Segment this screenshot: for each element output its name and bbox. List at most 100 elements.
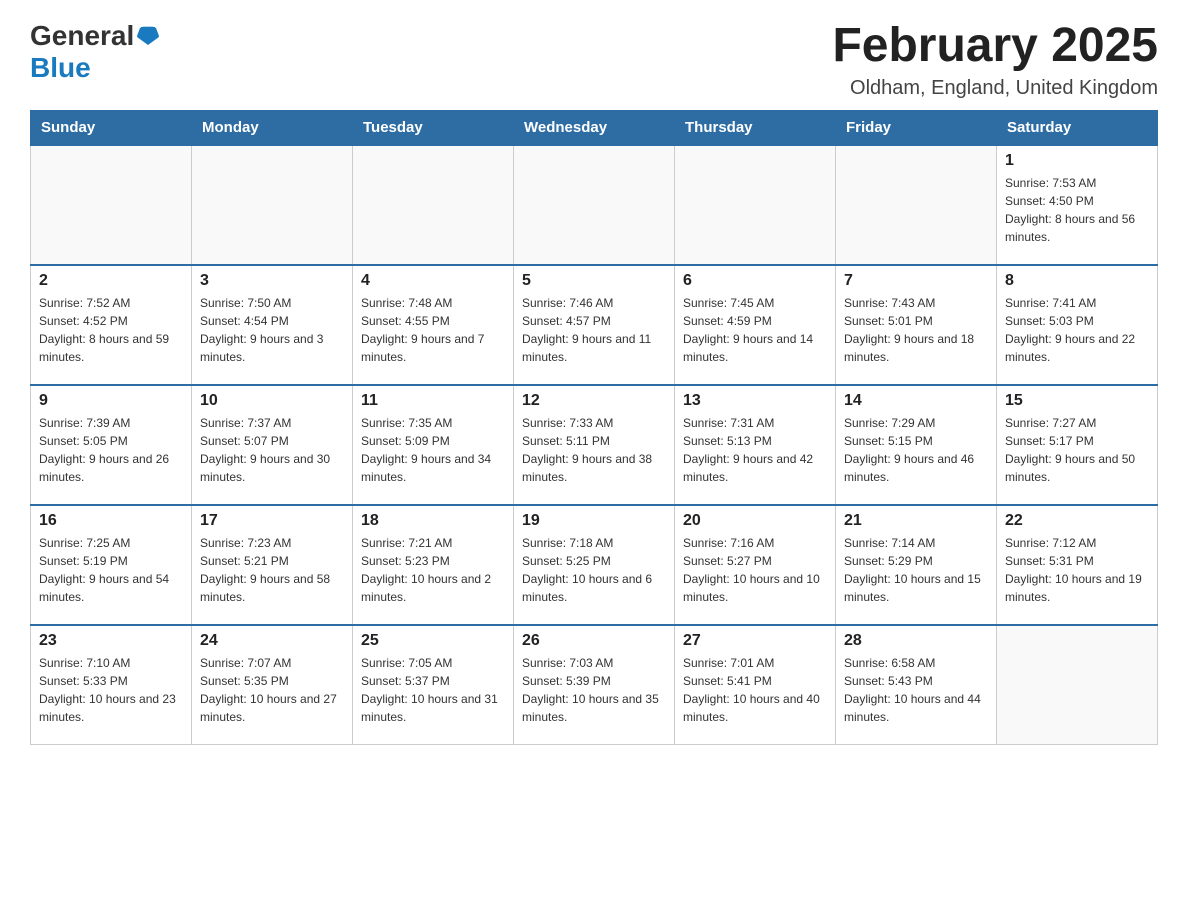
day-number: 20: [683, 512, 827, 530]
day-number: 26: [522, 632, 666, 650]
day-info: Sunrise: 7:23 AM Sunset: 5:21 PM Dayligh…: [200, 534, 344, 606]
day-number: 2: [39, 272, 183, 290]
day-info: Sunrise: 7:21 AM Sunset: 5:23 PM Dayligh…: [361, 534, 505, 606]
day-info: Sunrise: 7:05 AM Sunset: 5:37 PM Dayligh…: [361, 654, 505, 726]
calendar-week-row: 16 Sunrise: 7:25 AM Sunset: 5:19 PM Dayli…: [31, 505, 1158, 625]
day-number: 4: [361, 272, 505, 290]
day-number: 7: [844, 272, 988, 290]
day-info: Sunrise: 7:18 AM Sunset: 5:25 PM Dayligh…: [522, 534, 666, 606]
table-row: 6 Sunrise: 7:45 AM Sunset: 4:59 PM Daylig…: [675, 265, 836, 385]
day-info: Sunrise: 7:46 AM Sunset: 4:57 PM Dayligh…: [522, 294, 666, 366]
table-row: 20 Sunrise: 7:16 AM Sunset: 5:27 PM Dayli…: [675, 505, 836, 625]
table-row: [514, 145, 675, 265]
table-row: 7Sunrise: 7:43 AM Sunset: 5:01 PM Daylig…: [836, 265, 997, 385]
table-row: [353, 145, 514, 265]
title-block: February 2025 Oldham, England, United Ki…: [832, 20, 1158, 100]
page-subtitle: Oldham, England, United Kingdom: [832, 77, 1158, 100]
day-info: Sunrise: 7:50 AM Sunset: 4:54 PM Dayligh…: [200, 294, 344, 366]
day-info: Sunrise: 7:03 AM Sunset: 5:39 PM Dayligh…: [522, 654, 666, 726]
table-row: 9 Sunrise: 7:39 AM Sunset: 5:05 PM Daylig…: [31, 385, 192, 505]
day-info: Sunrise: 7:33 AM Sunset: 5:11 PM Dayligh…: [522, 414, 666, 486]
day-number: 12: [522, 392, 666, 410]
day-info: Sunrise: 7:31 AM Sunset: 5:13 PM Dayligh…: [683, 414, 827, 486]
day-number: 17: [200, 512, 344, 530]
col-tuesday: Tuesday: [353, 110, 514, 145]
day-info: Sunrise: 7:37 AM Sunset: 5:07 PM Dayligh…: [200, 414, 344, 486]
col-thursday: Thursday: [675, 110, 836, 145]
day-info: Sunrise: 7:41 AM Sunset: 5:03 PM Dayligh…: [1005, 294, 1149, 366]
table-row: [997, 625, 1158, 745]
day-number: 8: [1005, 272, 1149, 290]
table-row: 18 Sunrise: 7:21 AM Sunset: 5:23 PM Dayli…: [353, 505, 514, 625]
table-row: 5 Sunrise: 7:46 AM Sunset: 4:57 PM Daylig…: [514, 265, 675, 385]
table-row: 21 Sunrise: 7:14 AM Sunset: 5:29 PM Dayli…: [836, 505, 997, 625]
table-row: 3 Sunrise: 7:50 AM Sunset: 4:54 PM Daylig…: [192, 265, 353, 385]
day-number: 19: [522, 512, 666, 530]
day-number: 6: [683, 272, 827, 290]
day-number: 5: [522, 272, 666, 290]
table-row: 17 Sunrise: 7:23 AM Sunset: 5:21 PM Dayli…: [192, 505, 353, 625]
day-info: Sunrise: 7:16 AM Sunset: 5:27 PM Dayligh…: [683, 534, 827, 606]
day-number: 9: [39, 392, 183, 410]
table-row: 14 Sunrise: 7:29 AM Sunset: 5:15 PM Dayli…: [836, 385, 997, 505]
day-info: Sunrise: 7:29 AM Sunset: 5:15 PM Dayligh…: [844, 414, 988, 486]
table-row: 2 Sunrise: 7:52 AM Sunset: 4:52 PM Daylig…: [31, 265, 192, 385]
day-number: 11: [361, 392, 505, 410]
day-info: Sunrise: 7:39 AM Sunset: 5:05 PM Dayligh…: [39, 414, 183, 486]
day-info: Sunrise: 7:45 AM Sunset: 4:59 PM Dayligh…: [683, 294, 827, 366]
day-number: 15: [1005, 392, 1149, 410]
day-number: 21: [844, 512, 988, 530]
col-saturday: Saturday: [997, 110, 1158, 145]
table-row: [675, 145, 836, 265]
day-info: Sunrise: 7:53 AM Sunset: 4:50 PM Dayligh…: [1005, 174, 1149, 246]
col-friday: Friday: [836, 110, 997, 145]
day-number: 22: [1005, 512, 1149, 530]
day-number: 13: [683, 392, 827, 410]
table-row: 13 Sunrise: 7:31 AM Sunset: 5:13 PM Dayli…: [675, 385, 836, 505]
table-row: 19 Sunrise: 7:18 AM Sunset: 5:25 PM Dayli…: [514, 505, 675, 625]
day-number: 14: [844, 392, 988, 410]
table-row: 15 Sunrise: 7:27 AM Sunset: 5:17 PM Dayli…: [997, 385, 1158, 505]
table-row: 22 Sunrise: 7:12 AM Sunset: 5:31 PM Dayli…: [997, 505, 1158, 625]
day-number: 18: [361, 512, 505, 530]
calendar-week-row: 23 Sunrise: 7:10 AM Sunset: 5:33 PM Dayli…: [31, 625, 1158, 745]
col-sunday: Sunday: [31, 110, 192, 145]
table-row: 24 Sunrise: 7:07 AM Sunset: 5:35 PM Dayli…: [192, 625, 353, 745]
day-number: 16: [39, 512, 183, 530]
page-title: February 2025: [832, 20, 1158, 73]
day-info: Sunrise: 7:01 AM Sunset: 5:41 PM Dayligh…: [683, 654, 827, 726]
day-number: 3: [200, 272, 344, 290]
logo-general-text: General: [30, 20, 134, 52]
day-number: 24: [200, 632, 344, 650]
day-number: 23: [39, 632, 183, 650]
day-info: Sunrise: 7:12 AM Sunset: 5:31 PM Dayligh…: [1005, 534, 1149, 606]
page-header: General Blue February 2025 Oldham, Engla…: [30, 20, 1158, 100]
day-number: 28: [844, 632, 988, 650]
logo-arrow-icon: [137, 23, 159, 50]
day-info: Sunrise: 7:52 AM Sunset: 4:52 PM Dayligh…: [39, 294, 183, 366]
day-number: 27: [683, 632, 827, 650]
table-row: 25Sunrise: 7:05 AM Sunset: 5:37 PM Dayli…: [353, 625, 514, 745]
calendar-week-row: 1Sunrise: 7:53 AM Sunset: 4:50 PM Daylig…: [31, 145, 1158, 265]
calendar-header-row: Sunday Monday Tuesday Wednesday Thursday…: [31, 110, 1158, 145]
table-row: 27 Sunrise: 7:01 AM Sunset: 5:41 PM Dayli…: [675, 625, 836, 745]
day-info: Sunrise: 7:10 AM Sunset: 5:33 PM Dayligh…: [39, 654, 183, 726]
table-row: 16 Sunrise: 7:25 AM Sunset: 5:19 PM Dayli…: [31, 505, 192, 625]
table-row: [192, 145, 353, 265]
day-info: Sunrise: 7:48 AM Sunset: 4:55 PM Dayligh…: [361, 294, 505, 366]
logo: General Blue: [30, 20, 159, 84]
table-row: 10Sunrise: 7:37 AM Sunset: 5:07 PM Dayli…: [192, 385, 353, 505]
day-info: Sunrise: 7:07 AM Sunset: 5:35 PM Dayligh…: [200, 654, 344, 726]
calendar-week-row: 9 Sunrise: 7:39 AM Sunset: 5:05 PM Daylig…: [31, 385, 1158, 505]
table-row: 8 Sunrise: 7:41 AM Sunset: 5:03 PM Daylig…: [997, 265, 1158, 385]
day-info: Sunrise: 7:14 AM Sunset: 5:29 PM Dayligh…: [844, 534, 988, 606]
table-row: 26 Sunrise: 7:03 AM Sunset: 5:39 PM Dayli…: [514, 625, 675, 745]
col-wednesday: Wednesday: [514, 110, 675, 145]
day-info: Sunrise: 7:35 AM Sunset: 5:09 PM Dayligh…: [361, 414, 505, 486]
table-row: [31, 145, 192, 265]
table-row: 1Sunrise: 7:53 AM Sunset: 4:50 PM Daylig…: [997, 145, 1158, 265]
calendar-week-row: 2 Sunrise: 7:52 AM Sunset: 4:52 PM Daylig…: [31, 265, 1158, 385]
table-row: 23 Sunrise: 7:10 AM Sunset: 5:33 PM Dayli…: [31, 625, 192, 745]
day-info: Sunrise: 7:25 AM Sunset: 5:19 PM Dayligh…: [39, 534, 183, 606]
day-info: Sunrise: 7:27 AM Sunset: 5:17 PM Dayligh…: [1005, 414, 1149, 486]
